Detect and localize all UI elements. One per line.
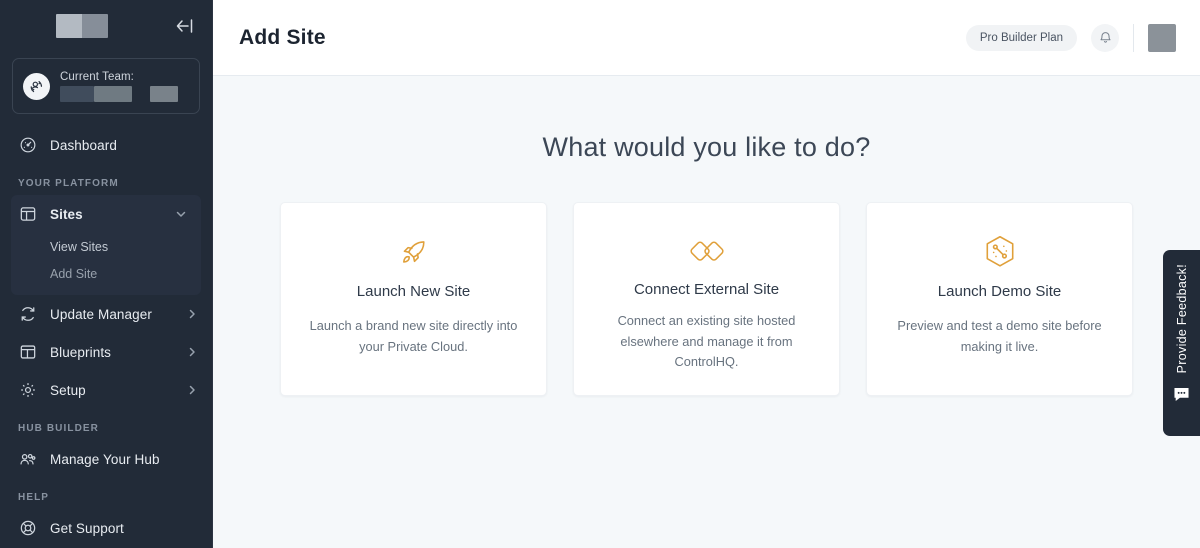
switch-team-icon bbox=[30, 80, 43, 92]
card-title: Launch Demo Site bbox=[937, 283, 1062, 300]
divider bbox=[1133, 23, 1134, 52]
user-avatar[interactable] bbox=[1148, 23, 1176, 52]
blueprint-grid-icon bbox=[18, 343, 37, 362]
current-team-value-redacted bbox=[60, 85, 178, 102]
link-chain-icon bbox=[688, 234, 726, 270]
main-area: Add Site Pro Builder Plan What would you… bbox=[213, 0, 1200, 548]
app-logo bbox=[56, 14, 108, 38]
sidebar-section-your-platform: YOUR PLATFORM bbox=[18, 178, 119, 189]
avatar bbox=[23, 72, 50, 100]
provide-feedback-tab[interactable]: Provide Feedback! bbox=[1163, 250, 1200, 436]
page-headline: What would you like to do? bbox=[542, 132, 871, 162]
sidebar-section-hub-builder: HUB BUILDER bbox=[18, 423, 99, 434]
card-title: Launch New Site bbox=[356, 283, 471, 300]
sidebar-group-sites: Sites View Sites Add Site bbox=[11, 195, 201, 295]
topbar: Add Site Pro Builder Plan bbox=[213, 0, 1200, 76]
content-area: What would you like to do? Launch New Si… bbox=[213, 76, 1200, 548]
chevron-down-icon bbox=[175, 208, 187, 220]
sidebar-section-help: HELP bbox=[18, 492, 50, 503]
card-title: Connect External Site bbox=[633, 281, 780, 298]
topbar-actions: Pro Builder Plan bbox=[965, 23, 1176, 52]
speedometer-icon bbox=[18, 136, 37, 155]
collapse-left-icon bbox=[176, 19, 193, 33]
sidebar-item-sites[interactable]: Sites bbox=[11, 195, 201, 233]
chevron-right-icon bbox=[186, 308, 198, 320]
team-info: Current Team: bbox=[60, 71, 178, 102]
card-description: Connect an existing site hosted elsewher… bbox=[617, 313, 796, 370]
people-group-icon bbox=[18, 450, 37, 469]
card-launch-new-site[interactable]: Launch New Site Launch a brand new site … bbox=[280, 202, 547, 396]
sidebar-header bbox=[0, 0, 212, 52]
sidebar-subitem-label: Add Site bbox=[50, 266, 98, 281]
speech-bubble-icon bbox=[1172, 385, 1191, 404]
bell-icon bbox=[1099, 32, 1111, 43]
rocket-icon bbox=[397, 234, 431, 270]
collapse-sidebar-button[interactable] bbox=[172, 13, 198, 39]
gear-icon bbox=[18, 381, 37, 400]
sidebar-item-manage-your-hub[interactable]: Manage Your Hub bbox=[0, 440, 212, 478]
card-launch-demo-site[interactable]: Launch Demo Site Preview and test a demo… bbox=[866, 202, 1133, 396]
sidebar-item-setup[interactable]: Setup bbox=[0, 371, 212, 409]
app-root: Current Team: Dashboard YOUR PLATFORM Si… bbox=[0, 0, 1200, 548]
sidebar-item-label: Sites bbox=[50, 206, 83, 222]
page-title: Add Site bbox=[239, 25, 326, 49]
hexagon-molecule-icon bbox=[983, 234, 1017, 270]
options-card-grid: Launch New Site Launch a brand new site … bbox=[280, 202, 1133, 396]
lifebuoy-icon bbox=[18, 519, 37, 538]
plan-badge[interactable]: Pro Builder Plan bbox=[965, 24, 1077, 51]
sidebar-subitem-label: View Sites bbox=[50, 239, 109, 254]
chevron-right-icon bbox=[186, 346, 198, 358]
card-description: Preview and test a demo site before maki… bbox=[897, 318, 1102, 354]
card-description: Launch a brand new site directly into yo… bbox=[309, 318, 518, 354]
provide-feedback-label: Provide Feedback! bbox=[1174, 264, 1189, 374]
layout-panels-icon bbox=[18, 205, 37, 224]
sidebar-item-dashboard[interactable]: Dashboard bbox=[0, 126, 212, 164]
sidebar: Current Team: Dashboard YOUR PLATFORM Si… bbox=[0, 0, 213, 548]
sidebar-item-label: Manage Your Hub bbox=[50, 451, 160, 467]
card-connect-external-site[interactable]: Connect External Site Connect an existin… bbox=[573, 202, 840, 396]
sidebar-item-add-site[interactable]: Add Site bbox=[11, 260, 201, 287]
sidebar-item-label: Setup bbox=[50, 382, 86, 398]
sidebar-nav: Dashboard YOUR PLATFORM Sites View Sites… bbox=[0, 114, 212, 547]
current-team-label: Current Team: bbox=[60, 70, 134, 83]
sidebar-item-view-sites[interactable]: View Sites bbox=[11, 233, 201, 260]
sidebar-item-get-support[interactable]: Get Support bbox=[0, 509, 212, 547]
sidebar-item-label: Blueprints bbox=[50, 344, 112, 360]
notifications-button[interactable] bbox=[1091, 23, 1119, 52]
sidebar-item-label: Update Manager bbox=[50, 306, 152, 322]
sidebar-item-label: Get Support bbox=[50, 520, 124, 536]
sidebar-item-blueprints[interactable]: Blueprints bbox=[0, 333, 212, 371]
sidebar-item-label: Dashboard bbox=[50, 137, 117, 153]
current-team-switcher[interactable]: Current Team: bbox=[12, 58, 200, 114]
refresh-icon bbox=[18, 305, 37, 324]
chevron-right-icon bbox=[186, 384, 198, 396]
sidebar-item-update-manager[interactable]: Update Manager bbox=[0, 295, 212, 333]
